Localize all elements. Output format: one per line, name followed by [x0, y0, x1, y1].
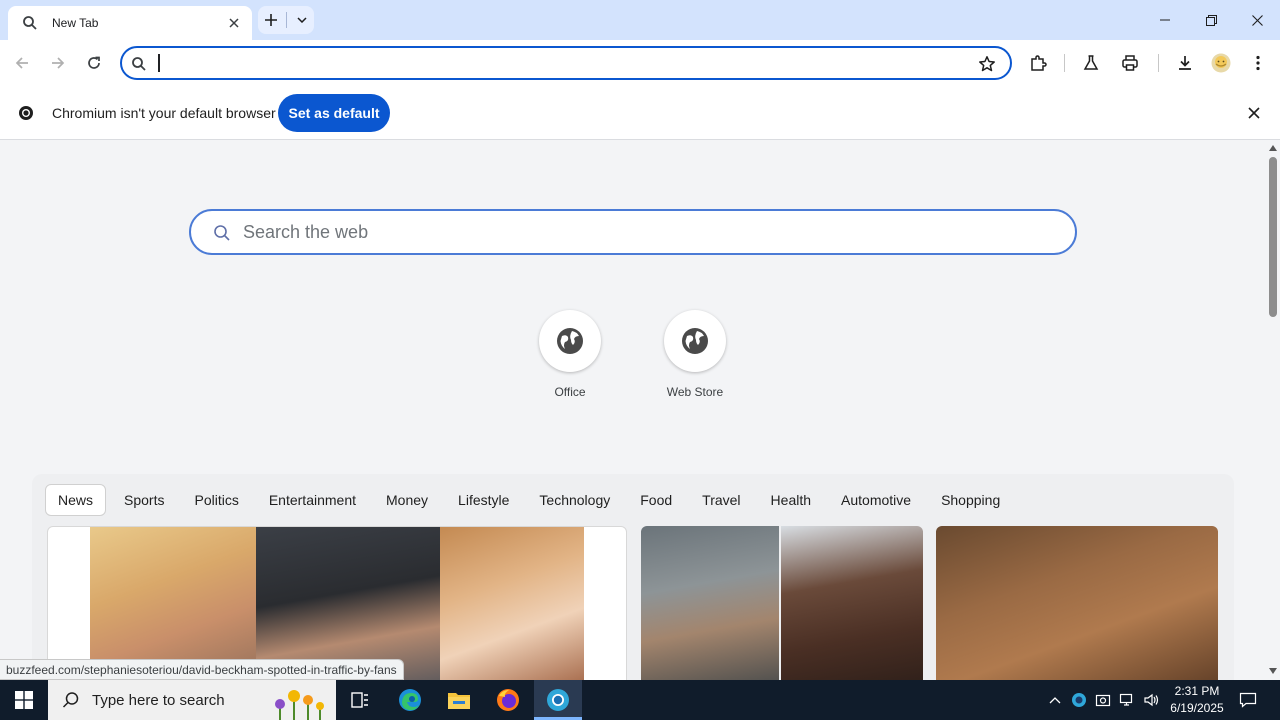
flowers-decoration-icon	[275, 690, 324, 720]
tab-new-tab[interactable]: New Tab	[8, 6, 252, 40]
search-icon	[23, 16, 37, 30]
address-bar[interactable]	[120, 46, 1012, 80]
set-as-default-button[interactable]: Set as default	[278, 94, 390, 132]
news-feed: News Sports Politics Entertainment Money…	[32, 474, 1234, 680]
restore-button[interactable]	[1188, 0, 1234, 40]
close-tab-icon[interactable]	[226, 15, 242, 31]
tab-automotive[interactable]: Automotive	[829, 485, 923, 515]
tab-politics[interactable]: Politics	[182, 485, 250, 515]
news-image	[936, 526, 1218, 680]
file-explorer-icon[interactable]	[435, 680, 483, 720]
chevron-up-icon[interactable]	[1044, 680, 1066, 720]
tab-travel[interactable]: Travel	[690, 485, 752, 515]
feed-category-tabs: News Sports Politics Entertainment Money…	[45, 484, 1018, 516]
forward-button[interactable]	[45, 50, 71, 76]
divider	[1064, 54, 1065, 72]
chromium-logo-icon	[19, 106, 33, 120]
divider	[1158, 54, 1159, 72]
tab-technology[interactable]: Technology	[527, 485, 622, 515]
web-search-box[interactable]: Search the web	[189, 209, 1077, 255]
search-icon	[214, 225, 230, 241]
news-image	[641, 526, 779, 680]
shortcut-office[interactable]: Office	[525, 310, 615, 399]
news-image	[256, 527, 440, 680]
labs-flask-icon[interactable]	[1081, 53, 1101, 73]
shortcut-web-store[interactable]: Web Store	[650, 310, 740, 399]
tab-food[interactable]: Food	[628, 485, 684, 515]
taskbar-search-placeholder: Type here to search	[92, 691, 225, 709]
windows-logo-icon	[15, 691, 33, 709]
network-icon[interactable]	[1116, 680, 1138, 720]
back-button[interactable]	[9, 50, 35, 76]
reload-button[interactable]	[81, 50, 107, 76]
browser-toolbar	[0, 40, 1280, 86]
tray-app-icon[interactable]	[1068, 680, 1090, 720]
shortcut-tile	[664, 310, 726, 372]
meet-now-icon[interactable]	[1092, 680, 1114, 720]
close-window-button[interactable]	[1234, 0, 1280, 40]
news-card[interactable]	[936, 526, 1218, 680]
news-image	[440, 527, 584, 680]
menu-icon[interactable]	[1248, 53, 1268, 73]
search-placeholder: Search the web	[243, 222, 369, 242]
new-tab-page: Search the web Office Web Store News Spo…	[0, 141, 1266, 680]
scroll-down-arrow[interactable]	[1269, 668, 1277, 674]
close-icon[interactable]	[1246, 105, 1262, 121]
tab-sports[interactable]: Sports	[112, 485, 176, 515]
news-image	[781, 526, 923, 680]
tab-money[interactable]: Money	[374, 485, 440, 515]
news-card[interactable]	[641, 526, 923, 680]
tab-news[interactable]: News	[45, 484, 107, 516]
page-scrollbar[interactable]	[1266, 141, 1280, 680]
download-icon[interactable]	[1175, 53, 1195, 73]
scroll-up-arrow[interactable]	[1269, 145, 1277, 151]
window-controls	[1142, 0, 1280, 40]
taskbar-search[interactable]: Type here to search	[48, 680, 336, 720]
start-button[interactable]	[0, 680, 48, 720]
volume-icon[interactable]	[1140, 680, 1162, 720]
profile-avatar[interactable]	[1211, 53, 1231, 73]
status-bar-url: buzzfeed.com/stephaniesoteriou/david-bec…	[0, 659, 404, 680]
tab-search-dropdown-icon[interactable]	[292, 10, 312, 30]
news-image	[90, 527, 256, 680]
minimize-button[interactable]	[1142, 0, 1188, 40]
tab-health[interactable]: Health	[759, 485, 823, 515]
tab-lifestyle[interactable]: Lifestyle	[446, 485, 521, 515]
divider	[285, 12, 287, 28]
bookmark-star-icon[interactable]	[978, 55, 996, 73]
extensions-icon[interactable]	[1028, 53, 1048, 73]
shortcut-tile	[539, 310, 601, 372]
default-browser-infobar: Chromium isn't your default browser Set …	[0, 86, 1280, 140]
tab-actions	[258, 6, 314, 34]
shortcut-label: Office	[554, 385, 586, 399]
globe-icon	[557, 328, 583, 354]
search-icon	[132, 57, 146, 71]
windows-taskbar: Type here to search 2:31 PM 6/19/2025	[0, 680, 1280, 720]
tab-title: New Tab	[52, 16, 99, 30]
search-icon	[62, 692, 79, 708]
clock-time: 2:31 PM	[1174, 684, 1220, 698]
shortcut-label: Web Store	[666, 385, 724, 399]
system-clock[interactable]: 2:31 PM 6/19/2025	[1160, 683, 1234, 717]
edge-browser-icon[interactable]	[386, 680, 434, 720]
title-bar: New Tab	[0, 0, 1280, 40]
new-tab-button[interactable]	[261, 10, 281, 30]
globe-icon	[682, 328, 708, 354]
firefox-icon[interactable]	[484, 680, 532, 720]
tab-entertainment[interactable]: Entertainment	[257, 485, 368, 515]
scrollbar-thumb[interactable]	[1269, 157, 1277, 317]
news-card[interactable]	[47, 526, 627, 680]
print-icon[interactable]	[1120, 53, 1140, 73]
clock-date: 6/19/2025	[1170, 701, 1224, 715]
notifications-icon[interactable]	[1234, 680, 1262, 720]
task-view-icon[interactable]	[336, 680, 384, 720]
text-cursor	[158, 54, 160, 72]
chromium-taskbar-icon[interactable]	[534, 680, 582, 720]
tab-shopping[interactable]: Shopping	[929, 485, 1012, 515]
infobar-message: Chromium isn't your default browser	[52, 105, 276, 121]
